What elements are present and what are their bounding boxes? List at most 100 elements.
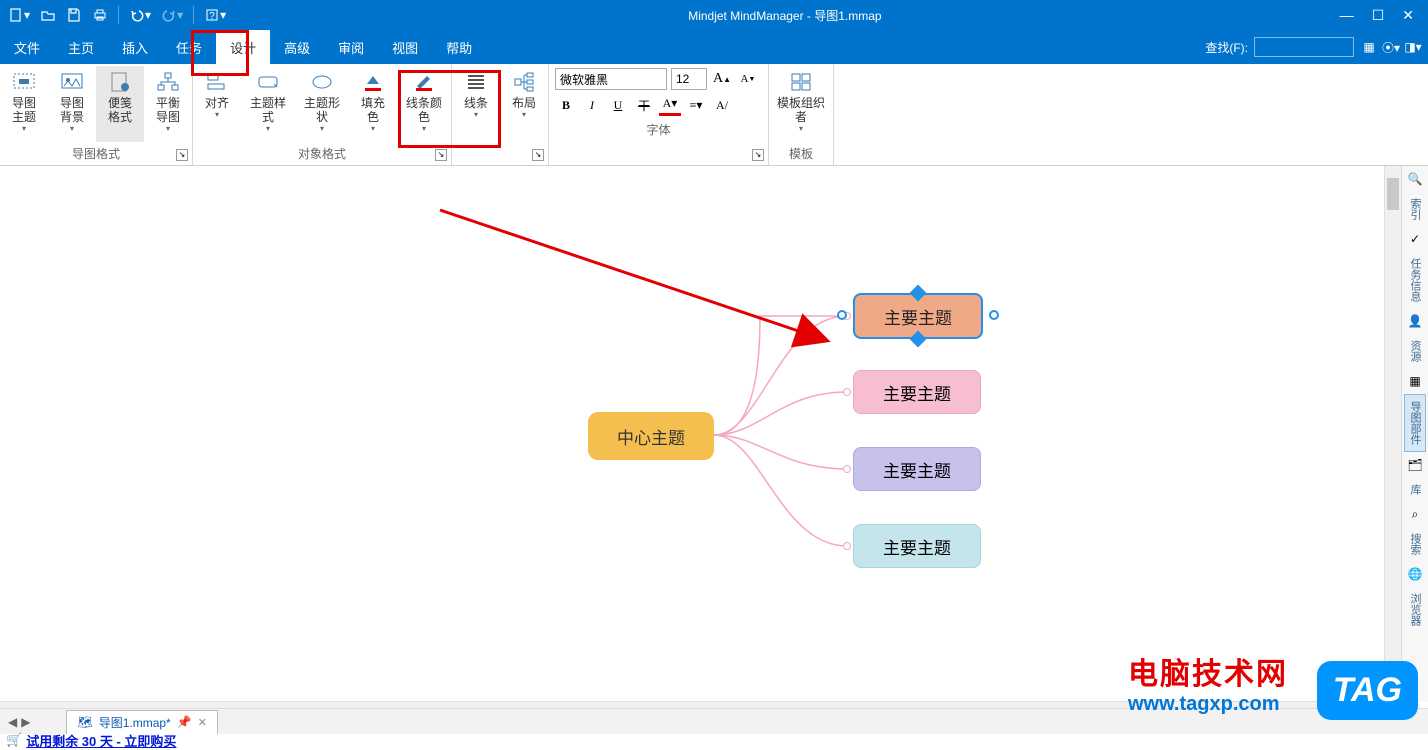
side-tab-res[interactable]: 资源	[1404, 334, 1426, 368]
ribbon-group-layout: 线条▾ 布局▾ ↘	[452, 64, 549, 165]
font-grow-icon[interactable]: A▲	[711, 68, 733, 90]
side-icon-res[interactable]: 👤	[1406, 312, 1424, 330]
search-input[interactable]	[1254, 37, 1354, 57]
line-spacing-button[interactable]: ≡▾	[685, 94, 707, 116]
maximize-button[interactable]: ☐	[1372, 7, 1385, 24]
group-label-map-format: 导图格式	[0, 142, 192, 165]
node-topic-3[interactable]: 主要主题	[853, 447, 981, 491]
dialog-launcher-layout[interactable]: ↘	[532, 149, 544, 161]
node-topic-4[interactable]: 主要主题	[853, 524, 981, 568]
bold-button[interactable]: B	[555, 94, 577, 116]
side-tab-index[interactable]: 索引	[1404, 192, 1426, 226]
group-label-obj-format: 对象格式	[193, 142, 451, 165]
menu-task[interactable]: 任务	[162, 30, 216, 65]
document-tab-icon: 🗺	[77, 715, 92, 729]
tag-badge: TAG	[1317, 661, 1418, 720]
menu-icon-1[interactable]: ▦	[1360, 38, 1378, 56]
minimize-button[interactable]: —	[1340, 7, 1354, 24]
btn-align[interactable]: 对齐▾	[193, 66, 241, 142]
btn-line-color[interactable]: 线条颜色▾	[397, 66, 451, 142]
ribbon-group-map-format: 导图主题▾ 导图背景▾ 便笺格式 平衡导图▾ 导图格式 ↘	[0, 64, 193, 165]
btn-lines[interactable]: 线条▾	[452, 66, 500, 145]
status-bar: 🛒 试用剩余 30 天 - 立即购买	[0, 732, 1428, 748]
qat-print[interactable]	[88, 3, 112, 27]
ribbon-group-template: 模板组织者▾ 模板	[769, 64, 834, 165]
side-tab-browser[interactable]: 浏览器	[1404, 587, 1426, 632]
menu-home[interactable]: 主页	[54, 30, 108, 65]
tab-nav-next[interactable]: ▶	[21, 715, 30, 729]
font-size-input[interactable]	[671, 68, 707, 90]
tab-pin-icon[interactable]: 📌	[177, 715, 192, 729]
menu-icon-3[interactable]: ◨▾	[1404, 38, 1422, 56]
side-tab-task[interactable]: 任务信息	[1404, 252, 1426, 308]
btn-balance-map[interactable]: 平衡导图▾	[144, 66, 192, 142]
qat-save[interactable]	[62, 3, 86, 27]
status-text[interactable]: 试用剩余 30 天 - 立即购买	[26, 731, 176, 750]
node-topic-1-selected[interactable]: 主要主题	[853, 293, 983, 339]
side-tab-parts[interactable]: 导图部件	[1404, 394, 1426, 452]
selection-handle-left[interactable]	[837, 310, 847, 320]
selection-handle-right[interactable]	[989, 310, 999, 320]
node-topic-2[interactable]: 主要主题	[853, 370, 981, 414]
btn-map-bg[interactable]: 导图背景▾	[48, 66, 96, 142]
vertical-scrollbar[interactable]	[1384, 166, 1401, 702]
menu-advanced[interactable]: 高级	[270, 30, 324, 65]
menu-design[interactable]: 设计	[216, 30, 270, 65]
search-label: 查找(F):	[1205, 39, 1248, 56]
font-name-input[interactable]	[555, 68, 667, 90]
btn-map-theme[interactable]: 导图主题▾	[0, 66, 48, 142]
qat-undo[interactable]: ▾	[125, 3, 155, 27]
qat-new[interactable]: ▾	[4, 3, 34, 27]
font-shrink-icon[interactable]: A▼	[737, 68, 759, 90]
btn-template-org[interactable]: 模板组织者▾	[769, 66, 833, 142]
menu-view[interactable]: 视图	[378, 30, 432, 65]
quick-access-toolbar: ▾ ▾ ▾ ?▾	[0, 3, 230, 27]
menu-insert[interactable]: 插入	[108, 30, 162, 65]
btn-topic-shape[interactable]: 主题形状▾	[295, 66, 349, 142]
menu-help[interactable]: 帮助	[432, 30, 486, 65]
clear-format-button[interactable]: A/	[711, 94, 733, 116]
btn-topic-style[interactable]: 主题样式▾	[241, 66, 295, 142]
ribbon-group-font: A▲ A▼ B I U 干 A▾ ≡▾ A/ 字体 ↘	[549, 64, 769, 165]
node-topic-1-label: 主要主题	[884, 304, 952, 329]
side-icon-lib[interactable]: 🗂	[1406, 456, 1424, 474]
node-center[interactable]: 中心主题	[588, 412, 714, 460]
side-tab-lib[interactable]: 库	[1404, 478, 1426, 501]
app-title: Mindjet MindManager - 导图1.mmap	[230, 7, 1340, 24]
dialog-launcher-font[interactable]: ↘	[752, 149, 764, 161]
watermark-line2: www.tagxp.com	[1128, 693, 1288, 716]
watermark: 电脑技术网 www.tagxp.com	[1128, 649, 1288, 716]
ribbon-group-obj-format: 对齐▾ 主题样式▾ 主题形状▾ 填充色▾ 线条颜色▾ 对象格式 ↘	[193, 64, 452, 165]
menu-file[interactable]: 文件	[0, 30, 54, 65]
canvas[interactable]: 中心主题 主要主题 主要主题 主要主题 主要主题 .node-center{le…	[0, 166, 1401, 702]
watermark-line1: 电脑技术网	[1128, 649, 1288, 693]
tab-close-icon[interactable]: ✕	[198, 716, 207, 729]
qat-redo[interactable]: ▾	[157, 3, 187, 27]
tab-nav-prev[interactable]: ◀	[8, 715, 17, 729]
strike-button[interactable]: 干	[633, 94, 655, 116]
side-icon-browser[interactable]: 🌐	[1406, 565, 1424, 583]
close-button[interactable]: ✕	[1402, 7, 1414, 24]
italic-button[interactable]: I	[581, 94, 603, 116]
qat-open[interactable]	[36, 3, 60, 27]
document-tab-label: 导图1.mmap*	[99, 714, 171, 731]
underline-button[interactable]: U	[607, 94, 629, 116]
qat-help[interactable]: ?▾	[200, 3, 230, 27]
group-label-template: 模板	[769, 142, 833, 165]
side-icon-parts[interactable]: ▦	[1406, 372, 1424, 390]
menu-review[interactable]: 审阅	[324, 30, 378, 65]
menu-icon-2[interactable]: ⦿▾	[1382, 38, 1400, 56]
btn-note-format[interactable]: 便笺格式	[96, 66, 144, 142]
dialog-launcher-obj[interactable]: ↘	[435, 149, 447, 161]
font-color-button[interactable]: A▾	[659, 94, 681, 116]
side-tab-search[interactable]: 搜索	[1404, 527, 1426, 561]
side-icon-search[interactable]: ⌕	[1406, 505, 1424, 523]
side-icon-task[interactable]: ✓	[1406, 230, 1424, 248]
group-label-font: 字体	[549, 118, 768, 141]
btn-layout[interactable]: 布局▾	[500, 66, 548, 145]
dialog-launcher-map[interactable]: ↘	[176, 149, 188, 161]
menu-bar: 文件 主页 插入 任务 设计 高级 审阅 视图 帮助 查找(F): ▦ ⦿▾ ◨…	[0, 30, 1428, 64]
window-controls: — ☐ ✕	[1340, 7, 1428, 24]
side-icon-index[interactable]: 🔍	[1406, 170, 1424, 188]
btn-fill-color[interactable]: 填充色▾	[349, 66, 397, 142]
